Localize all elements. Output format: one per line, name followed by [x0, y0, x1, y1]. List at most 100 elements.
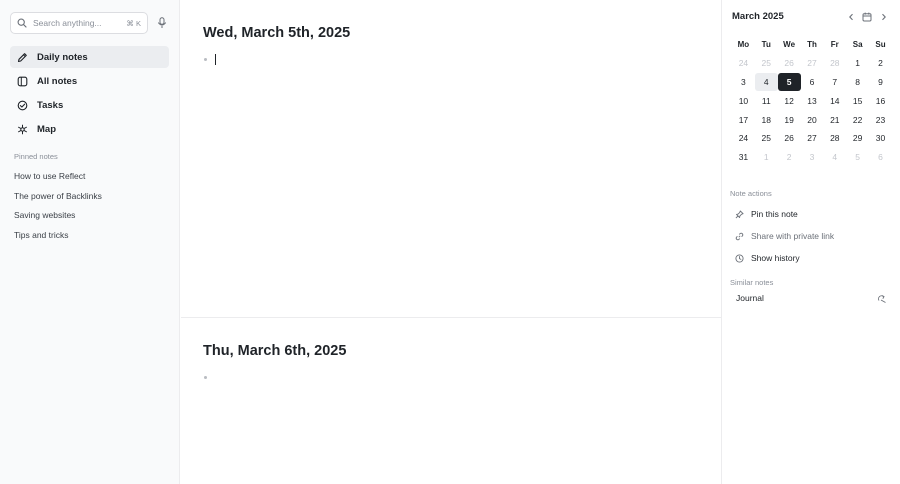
calendar-day[interactable]: 5 [846, 148, 869, 167]
pinned-note-item[interactable]: The power of Backlinks [14, 190, 102, 210]
calendar-week: 3456789 [732, 72, 892, 92]
calendar-day[interactable]: 7 [823, 73, 846, 92]
pen-icon [17, 52, 28, 63]
search-box[interactable]: Search anything... ⌘ K [10, 12, 148, 34]
sidebar-item-daily-notes[interactable]: Daily notes [10, 46, 169, 68]
open-link-icon[interactable] [877, 294, 887, 304]
calendar-day[interactable]: 12 [778, 91, 801, 110]
calendar-day[interactable]: 16 [869, 91, 892, 110]
note-actions-label: Note actions [730, 189, 772, 198]
action-label: Show history [751, 253, 800, 263]
calendar-day[interactable]: 25 [755, 54, 778, 73]
calendar-day[interactable]: 29 [846, 129, 869, 148]
calendar-day[interactable]: 28 [823, 129, 846, 148]
sidebar-item-all-notes[interactable]: All notes [10, 70, 169, 92]
sidebar-item-map[interactable]: Map [10, 118, 169, 140]
calendar-day[interactable]: 5 [777, 72, 801, 92]
daily-note-title: Thu, March 6th, 2025 [203, 343, 347, 359]
notes-icon [17, 76, 28, 87]
pinned-notes-list: How to use Reflect The power of Backlink… [14, 170, 102, 249]
pinned-note-item[interactable]: Saving websites [14, 209, 102, 229]
calendar-day[interactable]: 20 [801, 110, 824, 129]
search-input[interactable]: Search anything... [33, 18, 126, 28]
weekday-label: Th [807, 39, 817, 49]
calendar-day[interactable]: 4 [754, 72, 778, 92]
calendar-day[interactable]: 3 [732, 73, 755, 92]
calendar-day[interactable]: 15 [846, 91, 869, 110]
editor: Wed, March 5th, 2025 Thu, March 6th, 202… [181, 0, 721, 484]
calendar-day[interactable]: 24 [732, 54, 755, 73]
calendar-day[interactable]: 18 [755, 110, 778, 129]
pinned-note-item[interactable]: Tips and tricks [14, 229, 102, 249]
action-label: Pin this note [751, 209, 798, 219]
calendar-day[interactable]: 27 [801, 54, 824, 73]
sidebar: Search anything... ⌘ K Daily notes All n… [0, 0, 180, 484]
calendar-day[interactable]: 22 [846, 110, 869, 129]
calendar-day[interactable]: 17 [732, 110, 755, 129]
similar-notes-label: Similar notes [730, 278, 774, 287]
weekday-label: Tu [761, 39, 771, 49]
calendar-weeks: 24 25 26 27 28 1 2 3 4 5 6 7 8 9 10 11 12 13 14 15 16 17 18 19 2… [732, 54, 892, 167]
search-shortcut: ⌘ K [126, 18, 141, 28]
calendar-day[interactable]: 27 [801, 129, 824, 148]
calendar-day[interactable]: 4 [823, 148, 846, 167]
weekday-label: Mo [737, 39, 750, 49]
calendar-icon[interactable] [861, 11, 873, 23]
network-icon [17, 124, 28, 135]
pinned-notes-header: Pinned notes [14, 152, 58, 161]
right-panel: March 2025 Mo Tu We Th Fr Sa Su 24 25 26 27… [721, 0, 900, 484]
calendar-day[interactable]: 26 [778, 129, 801, 148]
calendar-day[interactable]: 30 [869, 129, 892, 148]
calendar-weekdays: Mo Tu We Th Fr Sa Su [732, 35, 892, 54]
calendar-day[interactable]: 31 [732, 148, 755, 167]
weekday-label: Sa [852, 39, 863, 49]
search-icon [17, 18, 27, 28]
sidebar-item-tasks[interactable]: Tasks [10, 94, 169, 116]
calendar-grid: Mo Tu We Th Fr Sa Su 24 25 26 27 28 1 2 3 4 5 6 7 8 9… [732, 35, 892, 167]
calendar-week: 24 25 26 27 28 29 30 [732, 129, 892, 148]
calendar-day[interactable]: 1 [755, 148, 778, 167]
pin-note-action[interactable]: Pin this note [735, 207, 798, 221]
bullet-point [204, 58, 207, 61]
microphone-icon[interactable] [155, 16, 169, 30]
chevron-left-icon[interactable] [845, 11, 857, 23]
calendar-week: 31 1 2 3 4 5 6 [732, 148, 892, 167]
calendar-day[interactable]: 3 [801, 148, 824, 167]
calendar-day[interactable]: 11 [755, 91, 778, 110]
daily-note[interactable]: Thu, March 6th, 2025 [181, 319, 721, 484]
calendar-day[interactable]: 19 [778, 110, 801, 129]
calendar-week: 17 18 19 20 21 22 23 [732, 110, 892, 129]
show-history-action[interactable]: Show history [735, 251, 800, 265]
calendar-day[interactable]: 6 [869, 148, 892, 167]
calendar-day[interactable]: 6 [801, 73, 824, 92]
similar-note-item[interactable]: Journal [736, 293, 764, 303]
calendar-day[interactable]: 26 [778, 54, 801, 73]
daily-note-title: Wed, March 5th, 2025 [203, 25, 351, 41]
clock-icon [735, 253, 744, 263]
chevron-right-icon[interactable] [878, 11, 890, 23]
calendar-day[interactable]: 28 [823, 54, 846, 73]
calendar-day[interactable]: 1 [846, 54, 869, 73]
link-icon [735, 232, 744, 241]
calendar-day[interactable]: 14 [823, 91, 846, 110]
calendar-day[interactable]: 24 [732, 129, 755, 148]
check-circle-icon [17, 100, 28, 111]
calendar-day[interactable]: 2 [869, 54, 892, 73]
daily-note[interactable]: Wed, March 5th, 2025 [181, 0, 721, 318]
calendar-day[interactable]: 21 [823, 110, 846, 129]
calendar-week: 24 25 26 27 28 1 2 [732, 54, 892, 73]
calendar-week: 10 11 12 13 14 15 16 [732, 91, 892, 110]
calendar-day[interactable]: 23 [869, 110, 892, 129]
action-label: Share with private link [751, 231, 835, 241]
share-link-action[interactable]: Share with private link [735, 229, 834, 243]
calendar-day[interactable]: 25 [755, 129, 778, 148]
calendar-day[interactable]: 2 [778, 148, 801, 167]
pinned-note-item[interactable]: How to use Reflect [14, 170, 102, 190]
pin-icon [735, 209, 744, 219]
calendar-day[interactable]: 9 [869, 73, 892, 92]
text-cursor [215, 54, 216, 65]
calendar-day[interactable]: 8 [846, 73, 869, 92]
weekday-label: We [783, 39, 796, 49]
calendar-day[interactable]: 10 [732, 91, 755, 110]
calendar-day[interactable]: 13 [801, 91, 824, 110]
